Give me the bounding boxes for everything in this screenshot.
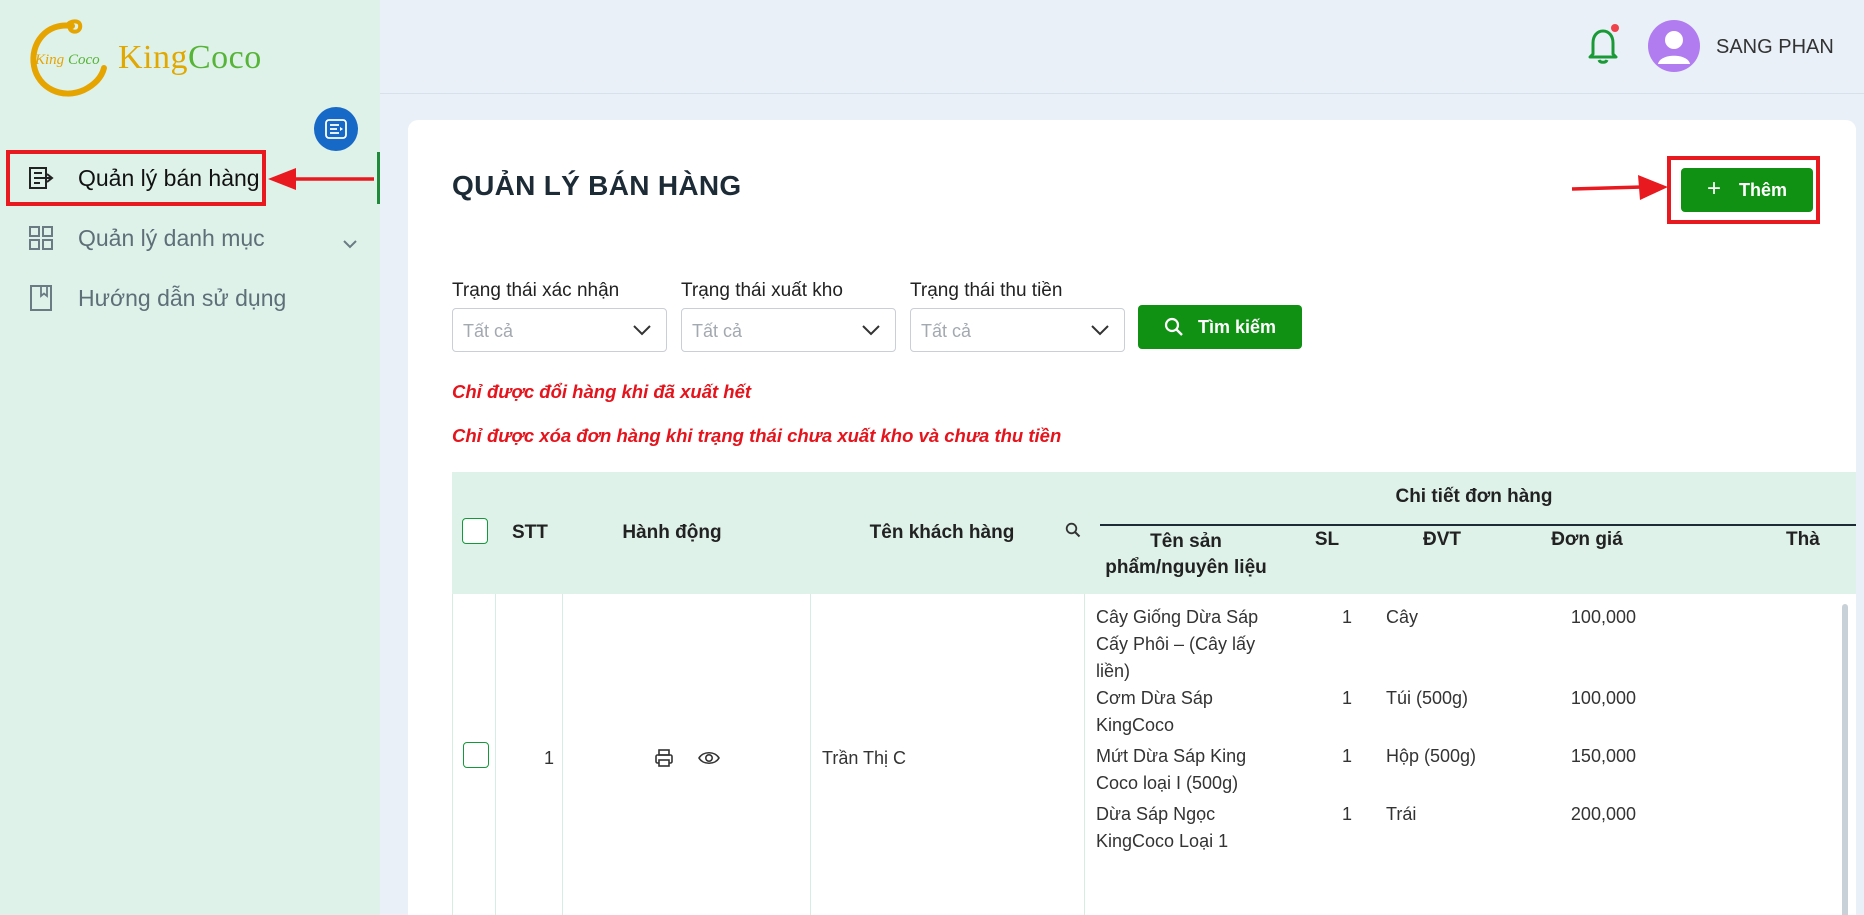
item-price: 200,000 [1570,804,1636,824]
svg-text:King: King [34,52,65,68]
column-divider [452,594,453,915]
filter-label: Trạng thái thu tiền [910,280,1063,301]
header-order-details: Chi tiết đơn hàng [1395,486,1553,507]
chevron-down-icon [632,321,652,342]
sidebar-collapse-button[interactable] [314,107,358,151]
select-placeholder: Tất cả [692,321,743,341]
select-all-checkbox[interactable] [462,518,488,544]
header-divider [1100,524,1856,526]
page-title: QUẢN LÝ BÁN HÀNG [452,170,742,201]
logo-mark-icon: King Coco [28,18,112,98]
grid-icon [26,223,56,253]
note-delete: Chỉ được xóa đơn hàng khi trạng thái chư… [452,425,1062,446]
chevron-down-icon [861,321,881,342]
item-product-name: Mứt Dừa Sáp King Coco loại I (500g) [1096,746,1247,793]
header-unit: ĐVT [1423,529,1461,550]
sidebar-item-categories[interactable]: Quản lý danh mục [0,208,380,268]
header-customer: Tên khách hàng [869,522,1015,543]
sidebar-item-label: Hướng dẫn sử dụng [78,284,287,311]
confirm-status-select[interactable]: Tất cả [452,308,667,352]
notification-dot [1611,24,1619,32]
item-unit: Hộp (500g) [1386,746,1477,766]
logo-text: KingCoco [118,39,262,76]
user-icon [1658,31,1690,64]
avatar[interactable] [1648,20,1700,72]
sidebar: King Coco KingCoco Quản lý bán hàng Quản… [0,0,380,915]
column-search-icon[interactable] [1065,522,1081,543]
table-body: 1 Trần Thị C Cây Giống Dừa Sáp Cấy Phôi … [452,594,1856,915]
notification-bell-icon[interactable] [1585,24,1621,66]
filter-export-status: Trạng thái xuất kho Tất cả [681,280,896,352]
filter-confirm-status: Trạng thái xác nhận Tất cả [452,280,667,352]
header-price: Đơn giá [1551,529,1623,550]
item-product-name: Cây Giống Dừa Sáp Cấy Phôi – (Cây lấy li… [1096,607,1259,681]
item-price: 100,000 [1570,607,1636,627]
chevron-down-icon [1090,321,1110,342]
item-qty: 1 [1341,688,1352,708]
annotation-highlight-sales [6,150,266,206]
select-placeholder: Tất cả [921,321,972,341]
user-name[interactable]: SANG PHAN [1716,36,1834,59]
row-checkbox[interactable] [463,742,489,768]
view-eye-icon[interactable] [698,749,720,772]
orders-table: STT Hành động Tên khách hàng Chi tiết đơ… [452,472,1856,915]
annotation-arrow-left-icon [268,168,374,190]
item-unit: Trái [1386,804,1417,824]
column-divider [562,594,563,915]
menu-collapse-icon [325,119,347,139]
filter-label: Trạng thái xác nhận [452,280,620,301]
table-scrollbar[interactable] [1842,604,1848,915]
header-action: Hành động [622,522,722,543]
annotation-arrow-right-icon [1571,175,1668,200]
column-divider [495,594,496,915]
print-icon[interactable] [654,748,674,773]
item-unit: Cây [1386,607,1419,627]
sidebar-item-label: Quản lý danh mục [78,224,265,251]
item-price: 100,000 [1570,688,1636,708]
svg-text:Coco: Coco [68,52,100,68]
book-icon [26,283,56,313]
item-qty: 1 [1341,607,1352,627]
header-total: Thà [1786,529,1820,550]
content-card: QUẢN LÝ BÁN HÀNG + Thêm Trạng thái xác n… [408,120,1856,915]
payment-status-select[interactable]: Tất cả [910,308,1125,352]
top-header [380,0,1864,94]
table-header: STT Hành động Tên khách hàng Chi tiết đơ… [452,472,1856,594]
item-product-name: Cơm Dừa Sáp KingCoco [1096,688,1213,735]
column-divider [1084,594,1085,915]
filter-payment-status: Trạng thái thu tiền Tất cả [910,280,1125,352]
header-stt: STT [512,522,548,543]
logo[interactable]: King Coco KingCoco [28,18,262,98]
select-placeholder: Tất cả [463,321,514,341]
annotation-highlight-add [1667,156,1820,224]
row-stt: 1 [543,748,554,768]
chevron-down-icon[interactable] [342,228,358,255]
export-status-select[interactable]: Tất cả [681,308,896,352]
item-product-name: Dừa Sáp Ngọc KingCoco Loại 1 [1096,804,1229,851]
search-button[interactable]: Tìm kiếm [1138,305,1302,349]
note-exchange: Chỉ được đổi hàng khi đã xuất hết [452,381,752,402]
column-divider [810,594,811,915]
search-button-label: Tìm kiếm [1197,316,1277,337]
item-qty: 1 [1341,804,1352,824]
search-icon [1164,317,1183,336]
row-customer-name: Trần Thị C [822,748,907,768]
sidebar-item-guide[interactable]: Hướng dẫn sử dụng [0,268,380,328]
filter-label: Trạng thái xuất kho [681,280,843,301]
header-qty: SL [1314,529,1340,550]
header-product: Tên sản phẩm/nguyên liệu [1105,531,1267,578]
item-unit: Túi (500g) [1386,688,1469,708]
item-qty: 1 [1341,746,1352,766]
item-price: 150,000 [1570,746,1636,766]
